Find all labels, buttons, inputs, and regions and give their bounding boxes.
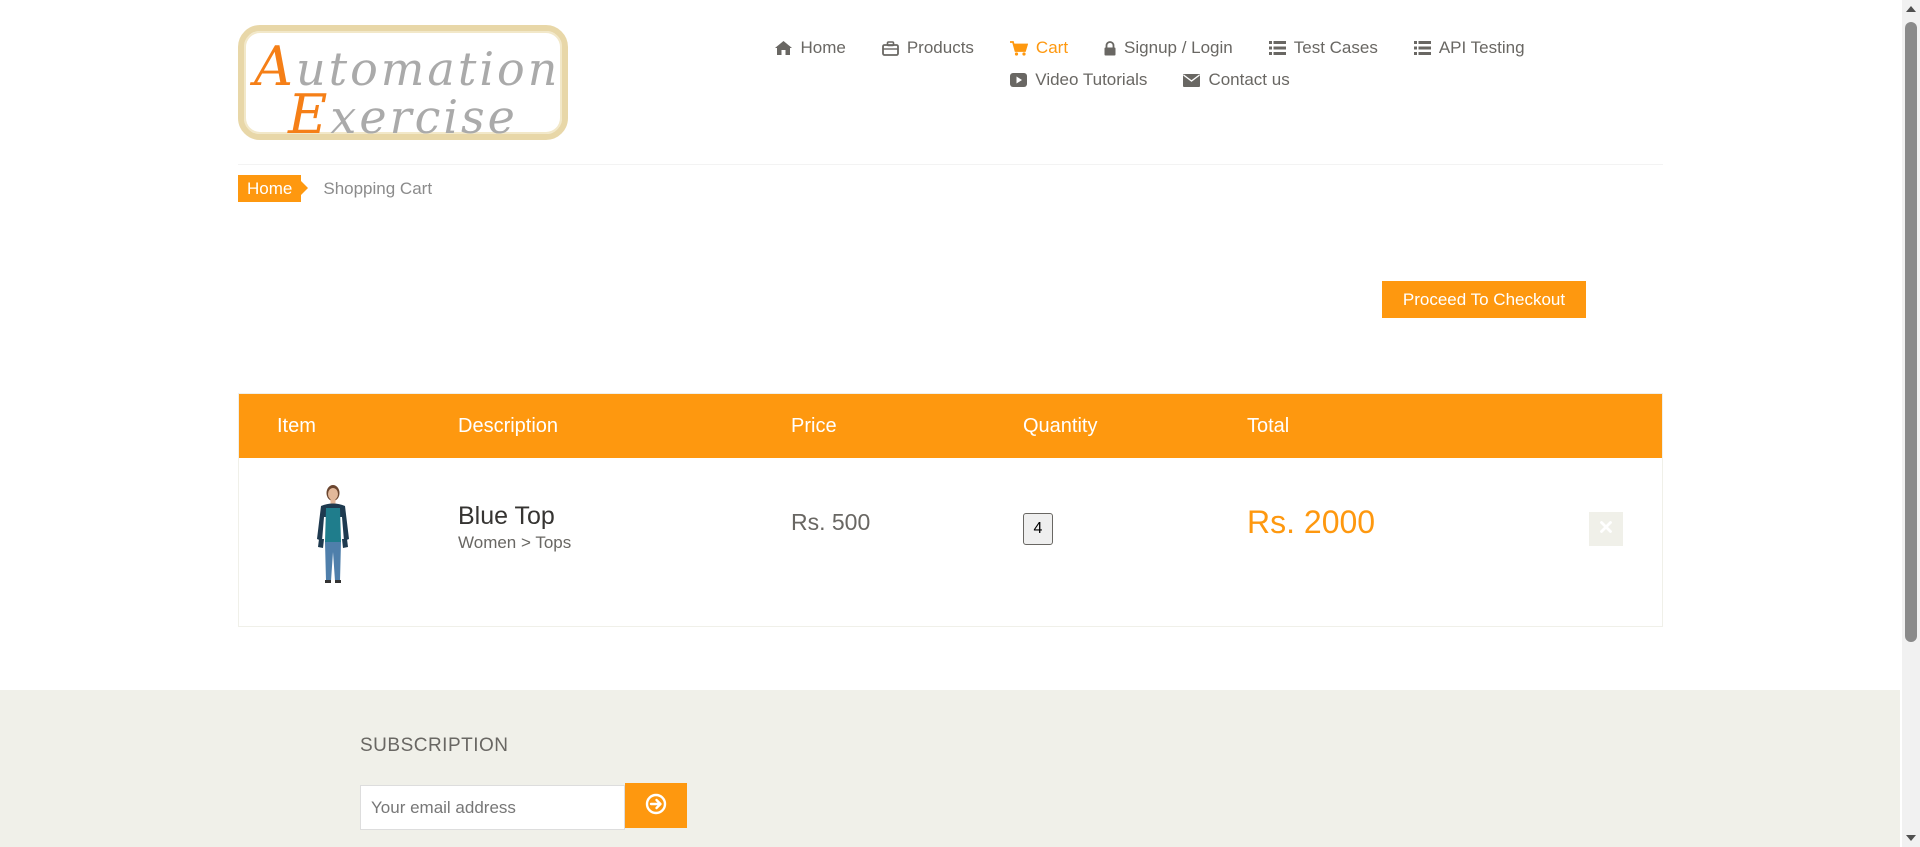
scroll-down-arrow-icon[interactable] — [1906, 835, 1916, 841]
youtube-play-icon — [1010, 73, 1028, 87]
nav-products-label: Products — [906, 38, 974, 57]
breadcrumb: Home Shopping Cart — [238, 175, 432, 202]
nav-cart-label: Cart — [1035, 38, 1069, 57]
breadcrumb-home-link[interactable]: Home — [238, 175, 309, 202]
quantity-display: 4 — [1023, 513, 1053, 545]
subscription-title: SUBSCRIPTION — [360, 735, 509, 756]
nav-test-cases[interactable]: Test Cases — [1268, 38, 1378, 58]
header-divider — [238, 164, 1663, 165]
close-icon — [1600, 520, 1612, 538]
scroll-up-arrow-icon[interactable] — [1906, 6, 1916, 12]
nav-video-tutorials-label: Video Tutorials — [1035, 70, 1148, 89]
header-item: Item — [277, 415, 316, 437]
header-description: Description — [458, 415, 559, 437]
nav-video-tutorials[interactable]: Video Tutorials — [1010, 70, 1147, 90]
header-total: Total — [1247, 415, 1290, 437]
delete-item-button[interactable] — [1589, 512, 1623, 546]
lock-icon — [1104, 40, 1116, 56]
home-icon — [775, 41, 793, 55]
nav-products[interactable]: Products — [881, 38, 974, 58]
nav-test-cases-label: Test Cases — [1293, 38, 1378, 57]
footer: SUBSCRIPTION — [0, 690, 1900, 847]
nav-signup-login[interactable]: Signup / Login — [1104, 38, 1233, 58]
main-nav: Home Products Cart Signup / Login Test C… — [740, 38, 1560, 102]
product-name-link[interactable]: Blue Top — [458, 502, 555, 531]
nav-signup-login-label: Signup / Login — [1124, 38, 1233, 57]
proceed-to-checkout-button[interactable]: Proceed To Checkout — [1382, 281, 1586, 318]
list-icon — [1413, 41, 1431, 55]
header-quantity: Quantity — [1023, 415, 1098, 437]
nav-contact-us[interactable]: Contact us — [1183, 70, 1290, 90]
product-total: Rs. 2000 — [1247, 504, 1376, 540]
breadcrumb-current: Shopping Cart — [323, 178, 433, 198]
nav-api-testing[interactable]: API Testing — [1413, 38, 1525, 58]
product-image[interactable] — [303, 484, 363, 584]
product-price: Rs. 500 — [791, 509, 871, 535]
briefcase-icon — [881, 40, 899, 56]
page-scrollbar[interactable] — [1902, 0, 1920, 847]
product-category: Women > Tops — [458, 533, 572, 552]
nav-contact-us-label: Contact us — [1208, 70, 1290, 89]
header-price: Price — [791, 415, 837, 437]
list-icon — [1268, 41, 1286, 55]
nav-api-testing-label: API Testing — [1438, 38, 1525, 57]
nav-home-label: Home — [800, 38, 846, 57]
subscribe-button[interactable] — [625, 783, 687, 828]
envelope-icon — [1183, 73, 1201, 87]
arrow-circle-right-icon — [645, 793, 667, 818]
logo[interactable]: Automation Exercise — [238, 25, 568, 146]
logo-line-2: Exercise — [288, 83, 518, 146]
subscription-email-input[interactable] — [360, 785, 625, 830]
cart-table: Item Description Price Quantity Total Bl… — [238, 393, 1663, 627]
cart-icon — [1009, 40, 1028, 56]
nav-cart[interactable]: Cart — [1009, 38, 1069, 58]
scrollbar-thumb[interactable] — [1905, 22, 1917, 642]
cart-table-header: Item Description Price Quantity Total — [239, 394, 1662, 458]
nav-home[interactable]: Home — [775, 38, 846, 58]
site-header: Automation Exercise Home Products Cart S… — [0, 0, 1900, 165]
